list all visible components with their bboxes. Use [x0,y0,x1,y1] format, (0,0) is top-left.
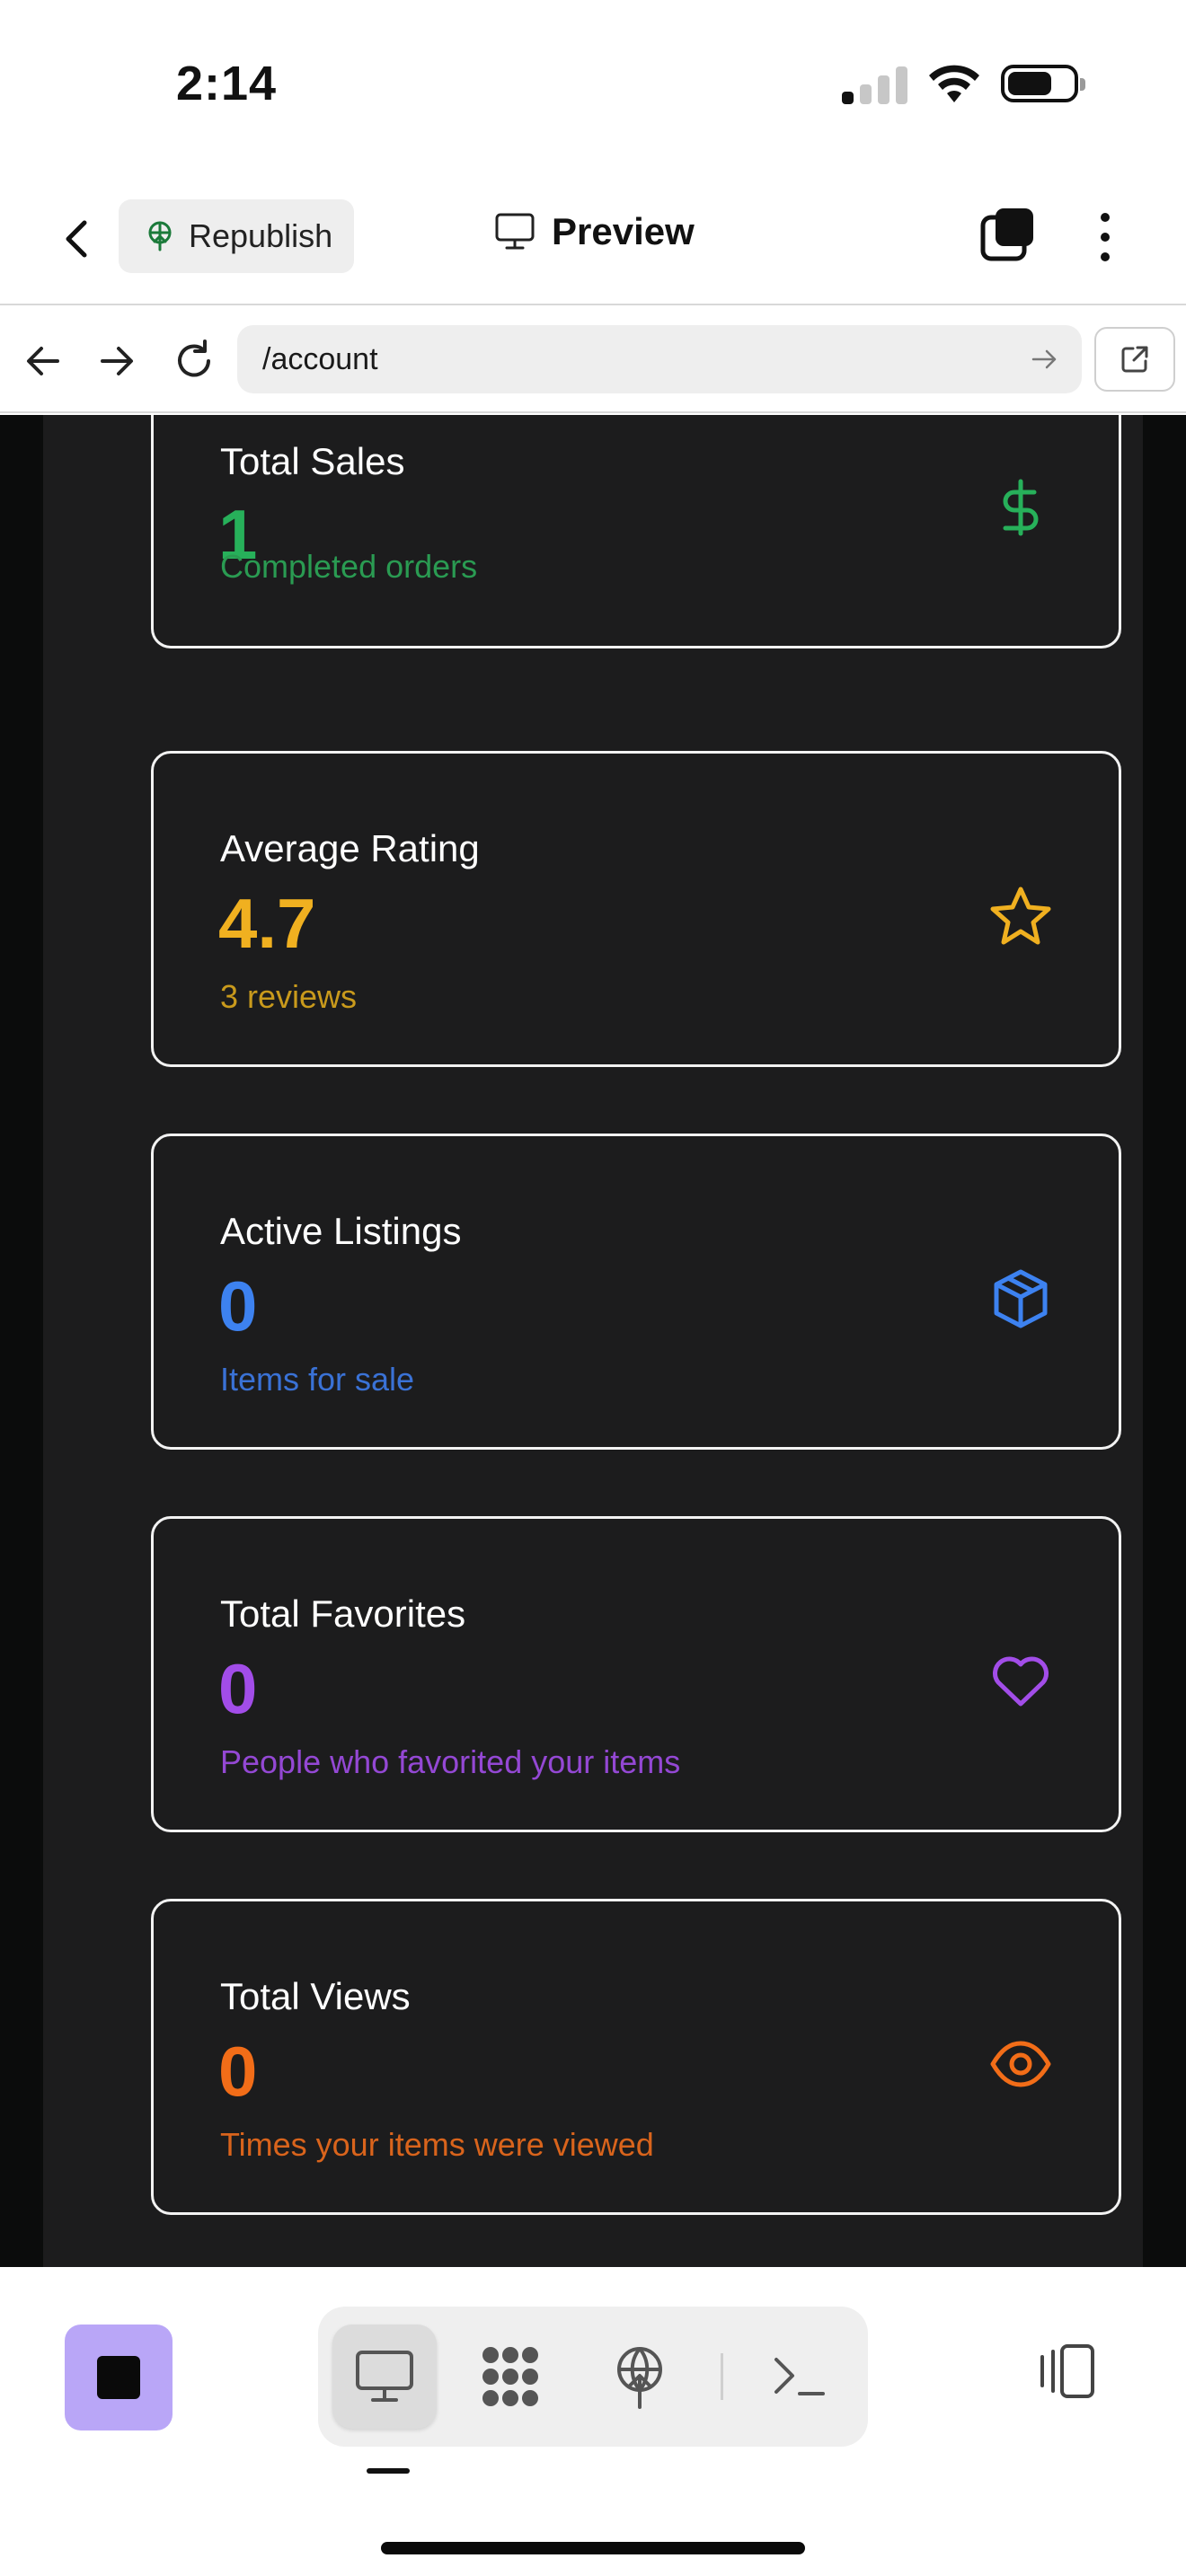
stat-card-total-sales: Total Sales 1 Completed orders [151,415,1121,648]
components-tab[interactable] [458,2325,562,2429]
url-text: /account [262,341,378,376]
publish-globe-icon [617,2347,662,2409]
status-icons [842,63,1085,104]
wifi-icon [929,65,979,102]
bottom-toolbar [0,2267,1186,2576]
url-input[interactable]: /account [237,325,1082,393]
terminal-icon [774,2358,825,2395]
stop-button[interactable] [65,2325,173,2430]
stat-subtitle: Times your items were viewed [220,2126,654,2163]
star-icon [990,887,1051,945]
go-arrow-icon[interactable] [1028,343,1060,375]
stat-value: 0 [218,1266,258,1345]
stat-card-total-favorites: Total Favorites 0 People who favorited y… [151,1516,1121,1832]
publish-tab[interactable] [588,2325,692,2429]
status-bar: 2:14 [0,0,1186,171]
publish-globe-icon [148,221,172,251]
monitor-icon [495,213,535,250]
stat-subtitle: Completed orders [220,548,478,585]
home-indicator [381,2542,805,2554]
toolbar-divider [721,2353,723,2400]
stat-subtitle: Items for sale [220,1361,415,1398]
preview-title: Preview [494,210,695,253]
panel-toggle-icon[interactable] [1031,2335,1103,2407]
components-grid-icon [482,2347,538,2406]
stat-label: Total Sales [220,440,405,482]
stat-card-average-rating: Average Rating 4.7 3 reviews [151,751,1121,1067]
back-chevron-icon[interactable] [54,212,99,266]
stop-icon [97,2356,140,2399]
monitor-icon [356,2351,413,2402]
stat-label: Active Listings [220,1210,462,1252]
url-bar-row: /account [0,307,1186,413]
tabs-icon[interactable] [979,207,1037,264]
stat-value: 0 [218,2032,258,2111]
stat-label: Average Rating [220,827,480,869]
status-time: 2:14 [176,57,278,110]
app-header: Republish Preview [0,171,1186,305]
stat-value: 0 [218,1649,258,1728]
stat-card-total-views: Total Views 0 Times your items were view… [151,1899,1121,2215]
browser-back-icon[interactable] [18,336,68,386]
battery-icon [1001,65,1085,102]
more-options-icon[interactable] [1089,208,1121,266]
stat-value: 4.7 [218,884,316,963]
browser-forward-icon[interactable] [92,336,142,386]
open-external-button[interactable] [1094,327,1175,392]
stat-label: Total Favorites [220,1592,466,1635]
heart-icon [993,1656,1049,1707]
stat-card-active-listings: Active Listings 0 Items for sale [151,1134,1121,1450]
terminal-tab[interactable] [748,2325,852,2429]
preview-label: Preview [552,210,695,252]
republish-button[interactable]: Republish [119,199,354,273]
box-icon [994,1269,1048,1328]
cellular-signal-icon [842,63,907,104]
preview-viewport: Total Sales 1 Completed orders Average R… [0,415,1186,2267]
republish-label: Republish [189,217,333,254]
desktop-preview-tab[interactable] [332,2325,437,2429]
stat-subtitle: People who favorited your items [220,1743,681,1780]
external-link-icon [1121,346,1148,373]
reload-icon[interactable] [169,336,219,386]
stat-subtitle: 3 reviews [220,978,358,1015]
account-dashboard: Total Sales 1 Completed orders Average R… [43,415,1143,2267]
dollar-icon [1003,479,1039,536]
active-tab-indicator [367,2468,410,2474]
view-switcher [318,2307,868,2447]
eye-icon [990,2041,1051,2087]
stat-label: Total Views [220,1975,411,2017]
